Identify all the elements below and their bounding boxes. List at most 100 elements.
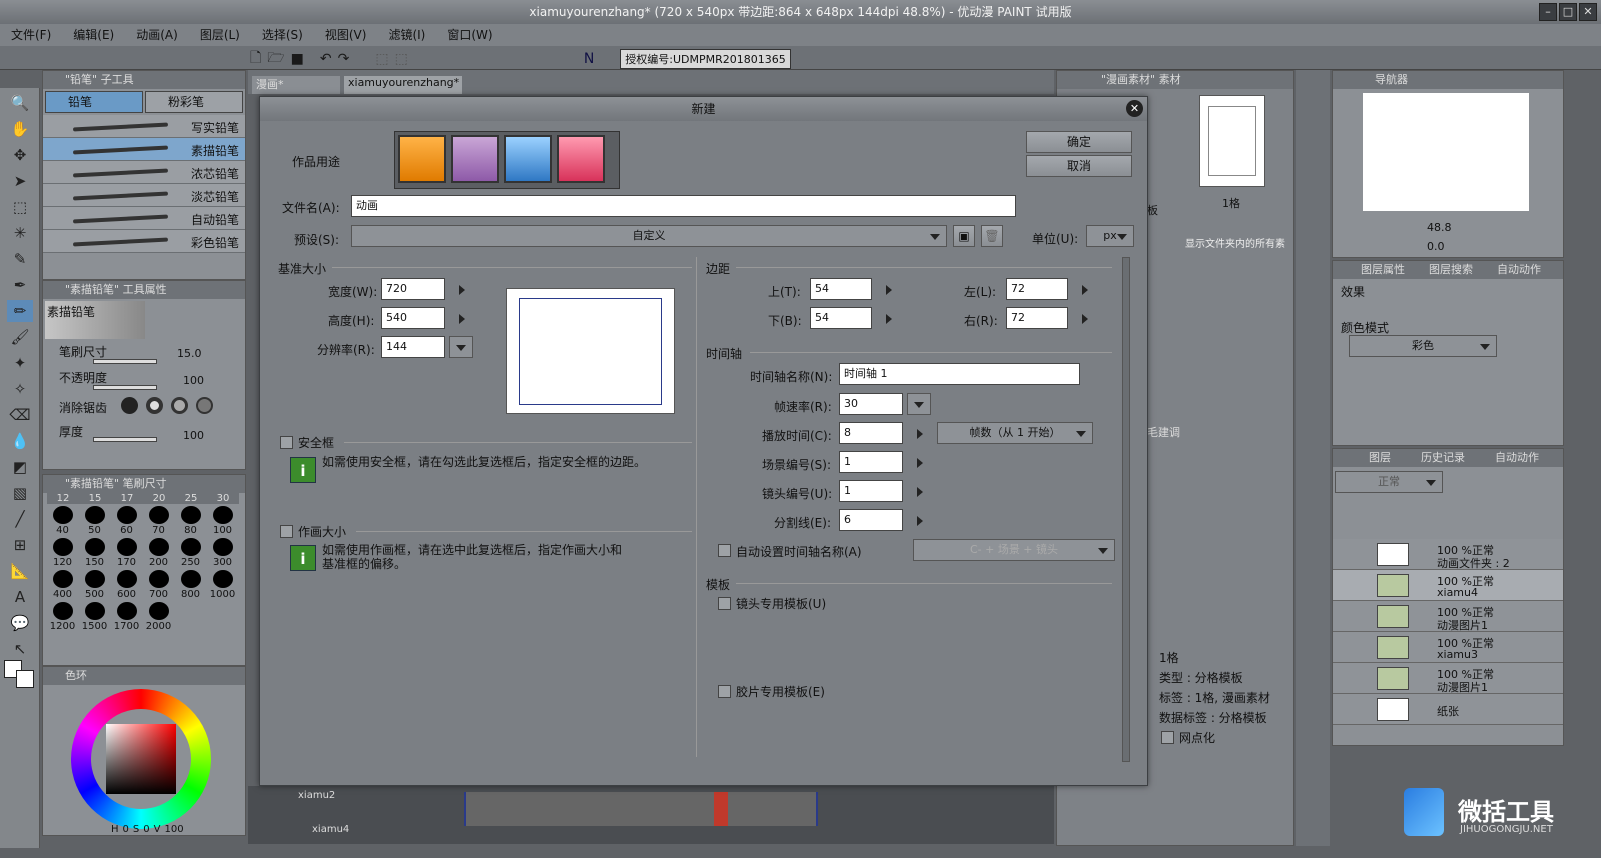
new-file-icon[interactable]: 🗋 — [250, 47, 261, 71]
ok-button[interactable]: 确定 — [1026, 131, 1132, 153]
layer-row[interactable]: 100 %正常 动画文件夹 : 2 — [1333, 539, 1563, 570]
size-option[interactable]: 600 — [111, 570, 142, 600]
menu-item[interactable]: 选择(S) — [251, 24, 314, 46]
resolution-dropdown[interactable] — [449, 336, 473, 358]
pencil-tool-icon[interactable]: ✏ — [7, 300, 33, 322]
aa-weak-icon[interactable] — [146, 397, 163, 414]
thickness-slider[interactable] — [93, 437, 157, 442]
layer-row[interactable]: 100 %正常 动漫图片1 — [1333, 601, 1563, 632]
dialog-scrollbar[interactable] — [1122, 257, 1130, 762]
magic-wand-icon[interactable]: ✳ — [7, 222, 33, 244]
size-option[interactable]: 50 — [79, 506, 110, 536]
size-option[interactable]: 300 — [207, 538, 238, 568]
material-thumb[interactable] — [1199, 95, 1265, 187]
crop-icon[interactable]: ⬚ — [395, 51, 408, 67]
menu-item[interactable]: 文件(F) — [0, 24, 62, 46]
brush-item[interactable]: 淡芯铅笔 — [43, 184, 245, 207]
sub-color-swatch[interactable] — [16, 670, 34, 688]
menu-item[interactable]: 动画(A) — [125, 24, 189, 46]
marquee-tool-icon[interactable]: ⬚ — [7, 196, 33, 218]
use-multi-page-icon[interactable] — [504, 135, 552, 183]
zoom-tool-icon[interactable]: 🔍 — [7, 92, 33, 114]
size-option[interactable]: 60 — [111, 506, 142, 536]
select-tool-icon[interactable]: ➤ — [7, 170, 33, 192]
cut-template-checkbox[interactable] — [718, 597, 731, 610]
size-option[interactable]: 1200 — [47, 602, 78, 632]
layer-row[interactable]: 纸张 — [1333, 694, 1563, 725]
tab-manga[interactable]: 漫画* — [252, 76, 340, 94]
layerprops-tab[interactable]: 图层属性 — [1361, 261, 1405, 279]
frame-icon[interactable]: ⊞ — [7, 534, 33, 556]
brush-item[interactable]: 素描铅笔 — [43, 138, 245, 161]
aa-strong-icon[interactable] — [196, 397, 213, 414]
blend-mode-select[interactable]: 正常 — [1335, 471, 1443, 493]
tab-pencil[interactable]: 铅笔 — [45, 91, 143, 113]
playhead[interactable] — [714, 792, 728, 826]
layer-row[interactable]: 100 %正常 动漫图片1 — [1333, 663, 1563, 694]
layersearch-tab[interactable]: 图层搜索 — [1429, 261, 1473, 279]
size-option[interactable]: 15 — [79, 493, 111, 504]
size-option[interactable]: 250 — [175, 538, 206, 568]
fill-icon[interactable]: ◩ — [7, 456, 33, 478]
margin-bottom-input[interactable]: 54 — [810, 307, 872, 329]
size-slider[interactable] — [93, 359, 157, 364]
divider-arrow-icon[interactable] — [917, 516, 923, 526]
size-option[interactable]: 70 — [143, 506, 174, 536]
preset-select[interactable]: 自定义 — [351, 225, 947, 247]
layer-row[interactable]: 100 %正常 xiamu3 — [1333, 632, 1563, 663]
scene-input[interactable]: 1 — [839, 451, 903, 473]
timeline-frames[interactable] — [464, 792, 818, 826]
size-option[interactable]: 40 — [47, 506, 78, 536]
balloon-icon[interactable]: 💬 — [7, 612, 33, 634]
size-option[interactable]: 2000 — [143, 602, 174, 632]
angle-value[interactable]: 0.0 — [1427, 240, 1445, 253]
aa-none-icon[interactable] — [121, 397, 138, 414]
divider-input[interactable]: 6 — [839, 509, 903, 531]
size-option[interactable]: 12 — [47, 493, 79, 504]
navigator-preview[interactable] — [1363, 93, 1529, 211]
shape-icon[interactable]: ╱ — [7, 508, 33, 530]
film-template-checkbox[interactable] — [718, 685, 731, 698]
size-option[interactable]: 400 — [47, 570, 78, 600]
fps-input[interactable]: 30 — [839, 393, 903, 415]
size-option[interactable]: 25 — [175, 493, 207, 504]
undo-icon[interactable]: ↶ — [320, 51, 332, 67]
use-illustration-icon[interactable] — [398, 135, 446, 183]
pen-tool-icon[interactable]: ✒ — [7, 274, 33, 296]
unit-select[interactable]: px — [1086, 225, 1134, 247]
brush-item[interactable]: 写实铅笔 — [43, 115, 245, 138]
size-value[interactable]: 15.0 — [177, 347, 202, 360]
autoaction-tab-top[interactable]: 自动动作 — [1497, 261, 1541, 279]
save-icon[interactable]: ■ — [291, 51, 304, 67]
opacity-slider[interactable] — [93, 385, 157, 390]
fps-dropdown[interactable] — [907, 393, 931, 415]
menu-item[interactable]: 编辑(E) — [62, 24, 125, 46]
menu-item[interactable]: 视图(V) — [314, 24, 378, 46]
size-option[interactable]: 150 — [79, 538, 110, 568]
size-option[interactable]: 20 — [143, 493, 175, 504]
delete-preset-button[interactable]: 🗑 — [981, 225, 1003, 247]
register-preset-button[interactable]: ▣ — [953, 225, 975, 247]
ruler-icon[interactable]: 📐 — [7, 560, 33, 582]
frame-count-select[interactable]: 帧数（从 1 开始） — [937, 422, 1093, 444]
height-arrow-icon[interactable] — [459, 314, 465, 324]
scene-arrow-icon[interactable] — [917, 458, 923, 468]
size-option[interactable]: 1500 — [79, 602, 110, 632]
playtime-arrow-icon[interactable] — [917, 429, 923, 439]
saturation-square[interactable] — [106, 724, 176, 794]
redo-icon[interactable]: ↷ — [338, 51, 350, 67]
thickness-value[interactable]: 100 — [183, 429, 204, 442]
close-icon[interactable]: ✕ — [1579, 3, 1597, 21]
margin-left-arrow-icon[interactable] — [1082, 285, 1088, 295]
cut-arrow-icon[interactable] — [917, 487, 923, 497]
brush-item[interactable]: 彩色铅笔 — [43, 230, 245, 253]
margin-top-arrow-icon[interactable] — [886, 285, 892, 295]
width-input[interactable]: 720 — [381, 278, 445, 300]
tab-pastel[interactable]: 粉彩笔 — [145, 91, 243, 113]
aa-mid-icon[interactable] — [171, 397, 188, 414]
size-option[interactable]: 500 — [79, 570, 110, 600]
airbrush-icon[interactable]: ✦ — [7, 352, 33, 374]
decoration-icon[interactable]: ✧ — [7, 378, 33, 400]
size-option[interactable]: 17 — [111, 493, 143, 504]
timeline-name-input[interactable]: 时间轴 1 — [839, 363, 1080, 385]
